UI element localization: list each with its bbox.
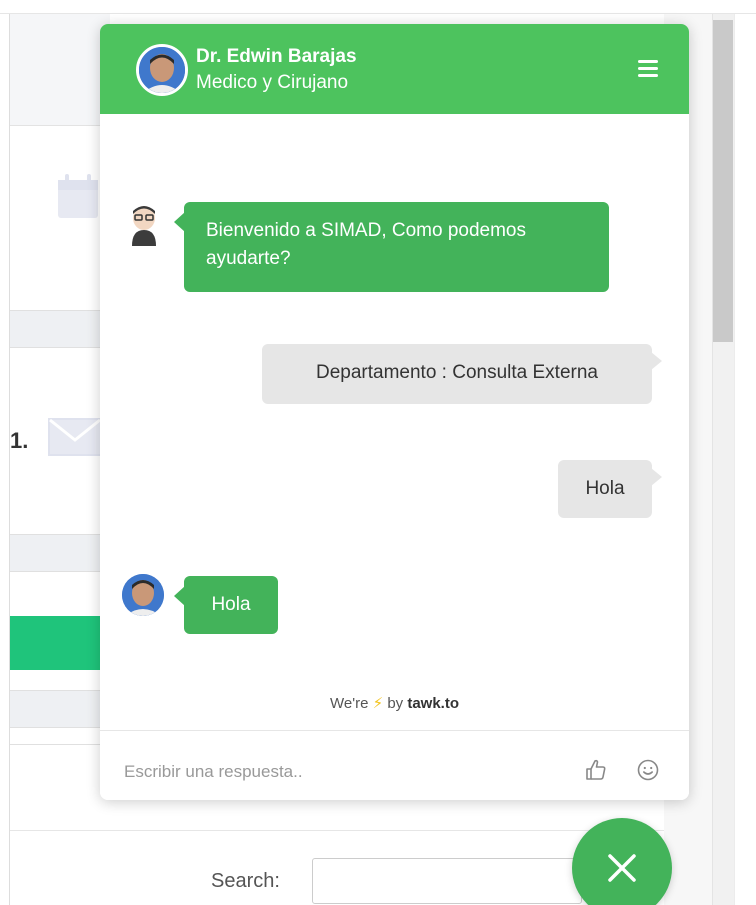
agent-avatar: [136, 44, 188, 96]
chat-widget: Dr. Edwin Barajas Medico y Cirujano Bien…: [100, 24, 689, 800]
envelope-icon: [48, 418, 102, 456]
agent-photo-icon: [139, 47, 185, 93]
search-label: Search:: [211, 870, 280, 892]
agent-photo-icon: [122, 574, 164, 616]
background-section-strip: [10, 690, 110, 728]
agent-role: Medico y Cirujano: [196, 72, 349, 93]
bot-avatar-icon: [132, 206, 156, 246]
background-header-panel: [10, 14, 110, 126]
message-composer: [100, 730, 689, 800]
background-section-strip: [10, 534, 110, 572]
menu-line: [638, 67, 658, 70]
tawk-brand-link[interactable]: tawk.to: [407, 695, 459, 712]
powered-by[interactable]: We're ⚡ by tawk.to: [100, 694, 689, 712]
close-icon: [608, 854, 636, 882]
background-partial-text: 1.: [10, 428, 29, 453]
message-input[interactable]: [124, 759, 544, 785]
hamburger-menu-icon[interactable]: [638, 60, 660, 78]
visitor-message: Hola: [558, 460, 662, 518]
bot-message: Bienvenido a SIMAD, Como podemos ayudart…: [174, 202, 609, 292]
background-left-edge: [0, 14, 10, 905]
scrollbar-thumb[interactable]: [713, 20, 733, 342]
powered-by-prefix: We're: [329, 695, 369, 712]
calendar-icon: [58, 174, 98, 218]
search-input[interactable]: [312, 858, 582, 904]
agent-avatar-small: [122, 574, 164, 616]
page: 1. Search: Dr. Edwin Barajas Medico y Ci…: [0, 0, 756, 905]
background-top-bar: [0, 0, 756, 14]
visitor-message: Departamento : Consulta Externa: [262, 344, 662, 404]
menu-line: [638, 60, 658, 63]
thumbs-up-icon[interactable]: [584, 758, 608, 782]
emoji-smile-icon[interactable]: [636, 758, 660, 782]
background-green-button[interactable]: [10, 616, 110, 670]
powered-by-middle: by: [387, 695, 404, 712]
background-right-edge: [734, 14, 756, 905]
agent-message: Hola: [174, 576, 278, 634]
lightning-bolt-icon: ⚡: [372, 695, 384, 712]
background-section-strip: [10, 310, 110, 348]
menu-line: [638, 74, 658, 77]
chat-header: Dr. Edwin Barajas Medico y Cirujano: [100, 24, 689, 114]
agent-name: Dr. Edwin Barajas: [196, 46, 357, 67]
